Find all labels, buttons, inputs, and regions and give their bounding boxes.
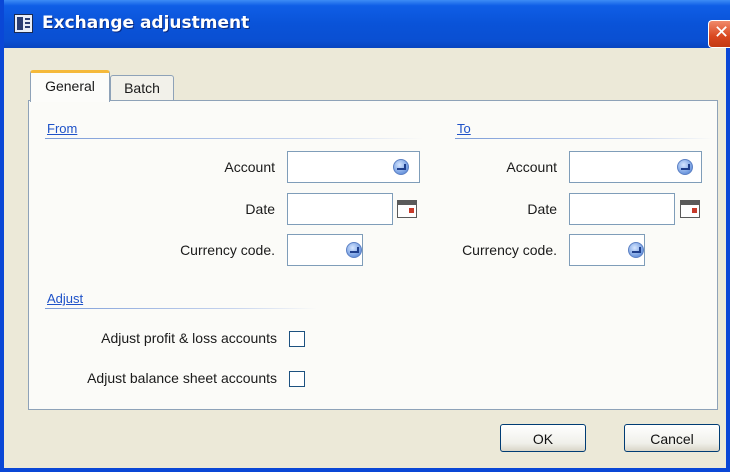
- adjust-balance-sheet-checkbox[interactable]: [289, 371, 305, 387]
- to-section-divider: [455, 138, 713, 139]
- from-date-label: Date: [245, 201, 275, 217]
- calendar-icon[interactable]: [680, 200, 700, 218]
- to-currency-label: Currency code.: [462, 242, 557, 258]
- from-account-field[interactable]: [287, 151, 420, 183]
- adjust-profit-loss-checkbox[interactable]: [289, 331, 305, 347]
- lookup-arrow-icon[interactable]: [628, 242, 644, 258]
- from-currency-field[interactable]: [287, 234, 363, 266]
- from-section-title: From: [47, 121, 78, 136]
- cancel-button[interactable]: Cancel: [624, 424, 720, 452]
- to-account-field[interactable]: [569, 151, 702, 183]
- exchange-adjustment-dialog: Exchange adjustment ✕ General Batch From…: [0, 0, 730, 472]
- adjust-section-divider: [45, 308, 317, 309]
- window-app-icon: [14, 14, 33, 33]
- adjust-profit-loss-label: Adjust profit & loss accounts: [101, 330, 277, 346]
- close-button[interactable]: ✕: [708, 20, 730, 48]
- adjust-section-title: Adjust: [47, 291, 84, 306]
- lookup-arrow-icon[interactable]: [393, 159, 409, 175]
- to-section-title: To: [457, 121, 471, 136]
- tab-general[interactable]: General: [30, 70, 110, 102]
- general-tab-panel: From Account Date Currency code. To Acco…: [28, 100, 718, 410]
- from-currency-label: Currency code.: [180, 242, 275, 258]
- from-date-field[interactable]: [287, 193, 393, 225]
- title-bar[interactable]: Exchange adjustment ✕: [4, 0, 730, 48]
- ok-button[interactable]: OK: [500, 424, 586, 452]
- calendar-icon[interactable]: [397, 200, 417, 218]
- window-title: Exchange adjustment: [42, 13, 250, 33]
- to-account-label: Account: [506, 159, 557, 175]
- lookup-arrow-icon[interactable]: [346, 242, 362, 258]
- lookup-arrow-icon[interactable]: [677, 159, 693, 175]
- adjust-balance-sheet-label: Adjust balance sheet accounts: [87, 370, 277, 386]
- from-account-label: Account: [224, 159, 275, 175]
- to-date-label: Date: [527, 201, 557, 217]
- to-currency-field[interactable]: [569, 234, 645, 266]
- tab-batch[interactable]: Batch: [110, 75, 174, 101]
- from-section-divider: [45, 138, 423, 139]
- to-date-field[interactable]: [569, 193, 675, 225]
